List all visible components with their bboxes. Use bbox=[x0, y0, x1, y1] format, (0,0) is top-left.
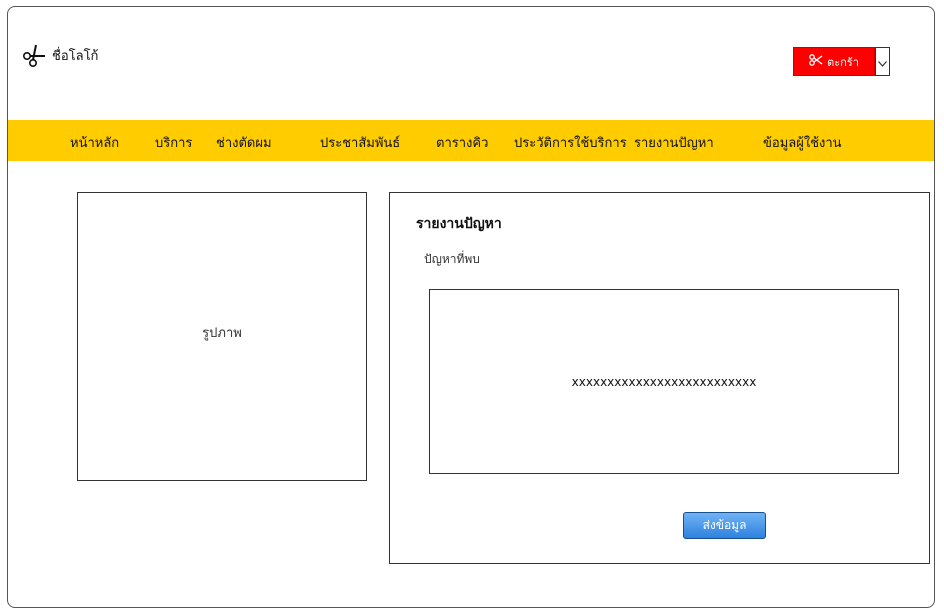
problem-text: xxxxxxxxxxxxxxxxxxxxxxxxxx bbox=[571, 374, 757, 389]
chevron-down-icon bbox=[878, 52, 887, 71]
nav-item-services[interactable]: บริการ bbox=[155, 132, 192, 153]
image-placeholder-label: รูปภาพ bbox=[202, 326, 242, 341]
problem-label: ปัญหาที่พบ bbox=[424, 252, 480, 266]
report-panel: รายงานปัญหา ปัญหาที่พบ xxxxxxxxxxxxxxxxx… bbox=[389, 192, 930, 564]
scissors-icon bbox=[22, 42, 46, 68]
nav-item-barbers[interactable]: ช่างตัดผม bbox=[216, 132, 272, 153]
logo[interactable]: ชื่อโลโก้ bbox=[22, 42, 98, 68]
problem-textarea[interactable]: xxxxxxxxxxxxxxxxxxxxxxxxxx bbox=[429, 289, 899, 474]
nav-item-profile[interactable]: ข้อมูลผู้ใช้งาน bbox=[763, 132, 842, 153]
cart-button[interactable]: ตะกร้า bbox=[793, 47, 875, 76]
nav-item-queue[interactable]: ตารางคิว bbox=[436, 132, 488, 153]
nav-item-report[interactable]: รายงานปัญหา bbox=[634, 132, 714, 153]
image-placeholder: รูปภาพ bbox=[77, 192, 367, 481]
scissors-icon bbox=[809, 54, 823, 69]
nav-item-home[interactable]: หน้าหลัก bbox=[70, 132, 119, 153]
cart: ตะกร้า bbox=[793, 47, 890, 76]
cart-label: ตะกร้า bbox=[827, 55, 859, 69]
nav-item-history[interactable]: ประวัติการใช้บริการ bbox=[514, 132, 627, 153]
submit-button[interactable]: ส่งข้อมูล bbox=[683, 512, 766, 539]
logo-text: ชื่อโลโก้ bbox=[52, 48, 99, 64]
nav-bar: หน้าหลัก บริการ ช่างตัดผม ประชาสัมพันธ์ … bbox=[8, 120, 934, 161]
cart-dropdown-toggle[interactable] bbox=[875, 47, 890, 76]
report-title: รายงานปัญหา bbox=[416, 216, 502, 232]
nav-item-announcements[interactable]: ประชาสัมพันธ์ bbox=[320, 132, 400, 153]
